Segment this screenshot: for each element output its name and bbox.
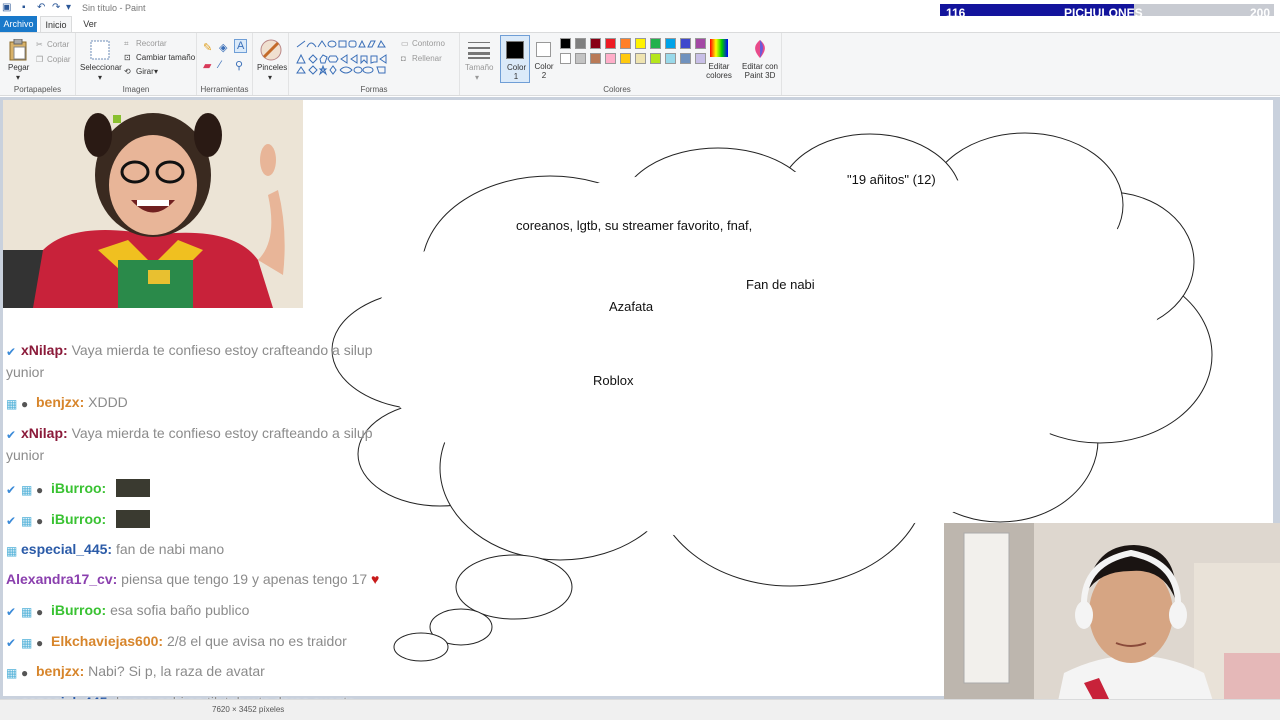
canvas-dimensions: 7620 × 3452 píxeles xyxy=(212,705,285,714)
chat-text: Vaya mierda te confieso estoy crafteando… xyxy=(67,342,373,358)
cloud-text-game: Roblox xyxy=(593,373,634,388)
chat-text: 2/8 el que avisa no es traidor xyxy=(163,633,347,649)
chat-message: Alexandra17_cv: piensa que tengo 19 y ap… xyxy=(6,571,379,587)
sub-badge-icon: ▦ xyxy=(21,636,33,650)
sword-badge-icon: ✔ xyxy=(6,636,17,650)
streamer-webcam xyxy=(944,523,1280,720)
chat-username: xNilap: xyxy=(21,342,68,358)
heart-emote-icon: ♥ xyxy=(367,571,380,587)
sword-badge-icon: ✔ xyxy=(6,483,17,497)
chat-username: iBurroo: xyxy=(51,602,107,618)
status-bar: 7620 × 3452 píxeles xyxy=(0,699,1280,720)
sword-badge-icon: ✔ xyxy=(6,605,17,619)
cloud-body xyxy=(470,320,1050,540)
chat-message: ▦ especial_445: fan de nabi mano xyxy=(6,541,225,558)
meme-illustration xyxy=(3,100,303,308)
chat-message: ✔ xNilap: Vaya mierda te confieso estoy c… xyxy=(6,425,373,442)
chilindrina-meme-image xyxy=(3,100,303,308)
chat-username: iBurroo: xyxy=(51,511,107,527)
sub-badge-icon: ▦ xyxy=(21,605,33,619)
stream-chat: ✔ xNilap: Vaya mierda te confieso estoy c… xyxy=(0,330,480,711)
sword-badge-icon: ✔ xyxy=(6,345,17,359)
chat-username: benjzx: xyxy=(36,394,85,410)
chat-message: yunior xyxy=(6,364,44,380)
emote-icon xyxy=(116,510,151,528)
chat-text: Nabi? Si p, la raza de avatar xyxy=(84,663,265,679)
chat-message: ▦ ● benjzx: XDDD xyxy=(6,394,128,411)
cloud-text-age: "19 añitos" (12) xyxy=(847,172,936,187)
sub-badge-icon: ▦ xyxy=(21,483,33,497)
cloud-text-fan: Fan de nabi xyxy=(746,277,815,292)
chat-text xyxy=(106,511,110,527)
emote-icon xyxy=(116,479,151,497)
chat-text: fan de nabi mano xyxy=(112,541,225,557)
chat-username: benjzx: xyxy=(36,663,85,679)
sub-badge-icon: ▦ xyxy=(6,666,18,680)
chat-username: xNilap: xyxy=(21,425,68,441)
sword-badge-icon: ✔ xyxy=(6,514,17,528)
bulb-badge-icon: ● xyxy=(21,666,29,680)
cloud-text-job: Azafata xyxy=(609,299,654,314)
sub-badge-icon: ▦ xyxy=(6,544,18,558)
chat-username: especial_445: xyxy=(21,541,113,557)
chat-message: ✔ ▦ ● iBurroo: xyxy=(6,510,151,528)
chat-username: Elkchaviejas600: xyxy=(51,633,164,649)
chat-username: Alexandra17_cv: xyxy=(6,571,118,587)
bulb-badge-icon: ● xyxy=(36,483,44,497)
chat-text: esa sofia baño publico xyxy=(106,602,250,618)
sword-badge-icon: ✔ xyxy=(6,428,17,442)
chat-text xyxy=(106,480,110,496)
chat-text: piensa que tengo 19 y apenas tengo 17 xyxy=(117,571,368,587)
chat-message: ✔ ▦ ● Elkchaviejas600: 2/8 el que avisa no … xyxy=(6,633,347,650)
chat-text: yunior xyxy=(6,364,45,380)
chat-message: ✔ xNilap: Vaya mierda te confieso estoy c… xyxy=(6,342,373,359)
chat-username: iBurroo: xyxy=(51,480,107,496)
bulb-badge-icon: ● xyxy=(36,605,44,619)
bulb-badge-icon: ● xyxy=(36,514,44,528)
cloud-text-likes: coreanos, lgtb, su streamer favorito, fn… xyxy=(516,218,753,233)
chat-message: ✔ ▦ ● iBurroo: esa sofia baño publico xyxy=(6,602,250,619)
chat-text: yunior xyxy=(6,447,45,463)
chat-text: XDDD xyxy=(84,394,128,410)
chat-message: ▦ ● benjzx: Nabi? Si p, la raza de avatar xyxy=(6,663,265,680)
webcam-illustration xyxy=(944,523,1280,720)
sub-badge-icon: ▦ xyxy=(6,397,18,411)
chat-message: yunior xyxy=(6,447,44,463)
chat-text: Vaya mierda te confieso estoy crafteando… xyxy=(67,425,373,441)
bulb-badge-icon: ● xyxy=(21,397,29,411)
sub-badge-icon: ▦ xyxy=(21,514,33,528)
bulb-badge-icon: ● xyxy=(36,636,44,650)
chat-message: ✔ ▦ ● iBurroo: xyxy=(6,479,151,497)
